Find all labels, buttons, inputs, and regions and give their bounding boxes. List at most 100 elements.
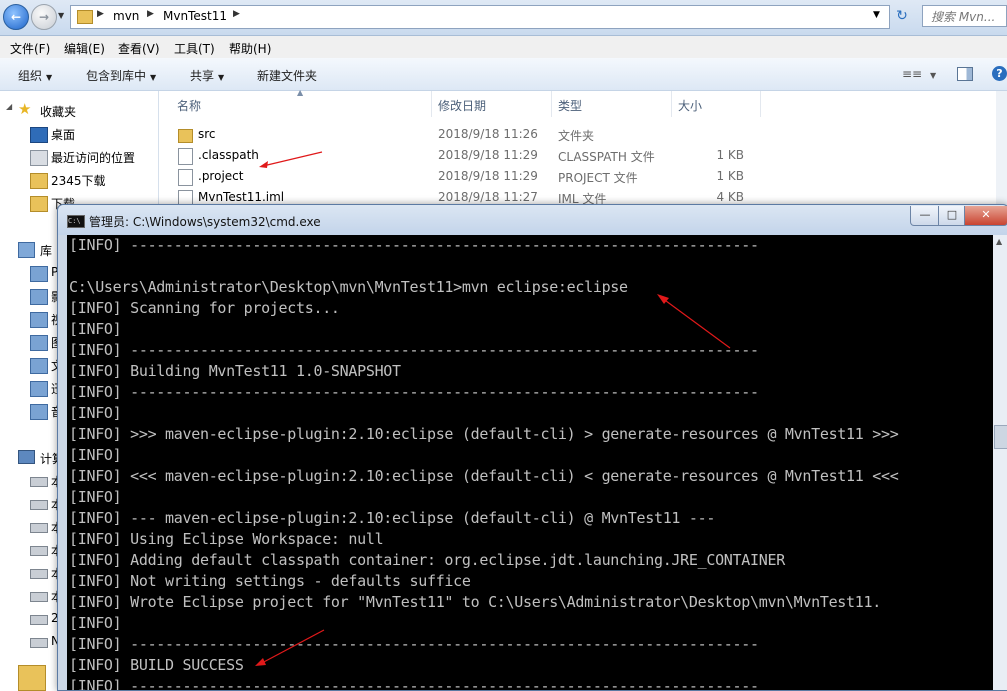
breadcrumb-item[interactable]: mvn [113, 9, 139, 23]
minimize-button[interactable]: — [910, 206, 940, 226]
chevron-down-icon: ▼ [46, 73, 53, 82]
file-date: 2018/9/18 11:29 [438, 169, 538, 183]
annotation-arrow-head [255, 658, 266, 666]
console-line: [INFO] [69, 614, 122, 632]
recent-places-icon [30, 150, 48, 166]
folder-icon [30, 173, 48, 189]
preview-pane-icon[interactable] [957, 67, 973, 81]
include-library-label: 包含到库中 [86, 69, 147, 83]
file-icon [178, 148, 193, 165]
view-options-icon[interactable]: ≡≡ ▼ [902, 67, 936, 81]
menu-help[interactable]: 帮助(H) [229, 40, 271, 57]
organize-button[interactable]: 组织 ▼ [18, 67, 52, 84]
column-divider[interactable] [551, 91, 552, 117]
console-line: [INFO] BUILD SUCCESS [69, 656, 244, 674]
console-line: [INFO] [69, 446, 122, 464]
breadcrumb-separator-icon[interactable]: ▶ [233, 9, 240, 19]
library-icon [30, 404, 48, 420]
file-type: 文件夹 [558, 129, 595, 143]
window-title: 管理员: C:\Windows\system32\cmd.exe [89, 215, 321, 229]
folder-icon [77, 10, 93, 24]
annotation-arrow-head [259, 161, 268, 168]
column-header-date[interactable]: 修改日期 [438, 97, 486, 114]
share-button[interactable]: 共享 ▼ [190, 67, 224, 84]
include-library-button[interactable]: 包含到库中 ▼ [86, 67, 156, 84]
computer-icon [18, 450, 35, 464]
menu-view[interactable]: 查看(V) [118, 40, 160, 57]
library-icon [30, 289, 48, 305]
help-icon[interactable]: ? [992, 66, 1007, 81]
annotation-arrow [259, 151, 323, 168]
console-annotations [255, 294, 731, 666]
refresh-icon[interactable]: ↻ [893, 7, 911, 25]
file-icon [178, 169, 193, 186]
command-toolbar: 组织 ▼ 包含到库中 ▼ 共享 ▼ 新建文件夹 ≡≡ ▼ ? [0, 58, 1007, 91]
new-folder-button[interactable]: 新建文件夹 [257, 67, 317, 84]
nav-item-recent[interactable]: 最近访问的位置 [0, 146, 158, 168]
file-date: 2018/9/18 11:26 [438, 127, 538, 141]
nav-label: 最近访问的位置 [51, 151, 136, 165]
back-button[interactable]: ← [3, 4, 29, 30]
drive-icon [30, 546, 48, 556]
address-dropdown-icon[interactable]: ▼ [873, 10, 880, 20]
menu-edit[interactable]: 编辑(E) [64, 40, 105, 57]
file-size: 1 KB [716, 169, 744, 183]
forward-button[interactable]: → [31, 4, 57, 30]
nav-label: 收藏夹 [40, 105, 77, 119]
file-name: MvnTest11.iml [198, 190, 285, 204]
console-icon: C:\ [67, 215, 85, 228]
drive-icon [30, 523, 48, 533]
breadcrumb-separator-icon[interactable]: ▶ [147, 9, 154, 19]
star-icon: ★ [18, 100, 32, 118]
folder-icon [18, 665, 46, 691]
drive-icon [30, 477, 48, 487]
collapse-icon[interactable]: ◢ [6, 102, 12, 111]
drive-icon [30, 638, 48, 648]
drive-icon [30, 615, 48, 625]
breadcrumb-item[interactable]: MvnTest11 [163, 9, 227, 23]
breadcrumb-separator-icon: ▶ [97, 9, 104, 19]
file-date: 2018/9/18 11:29 [438, 148, 538, 162]
scroll-up-icon[interactable]: ▲ [996, 237, 1002, 246]
recent-pages-dropdown-icon[interactable]: ▼ [58, 11, 64, 20]
file-date: 2018/9/18 11:27 [438, 190, 538, 204]
console-line: [INFO] ---------------------------------… [69, 236, 759, 254]
file-row[interactable]: src 2018/9/18 11:26 文件夹 [160, 124, 1000, 145]
annotation-arrow-line [661, 297, 731, 349]
column-divider[interactable] [760, 91, 761, 117]
maximize-button[interactable]: □ [938, 206, 966, 226]
organize-label: 组织 [18, 69, 43, 83]
search-input[interactable]: 搜索 Mvn... [922, 5, 1007, 27]
library-icon [30, 266, 48, 282]
column-divider[interactable] [431, 91, 432, 117]
console-scrollbar[interactable]: ▲ [993, 235, 1007, 690]
file-type: CLASSPATH 文件 [558, 150, 655, 164]
annotation-arrow-line [259, 629, 325, 665]
cmd-title-bar[interactable]: C:\ 管理员: C:\Windows\system32\cmd.exe — □… [58, 205, 1007, 235]
file-size: 4 KB [716, 190, 744, 204]
column-header-name[interactable]: 名称 [177, 97, 201, 114]
nav-label: 2345下载 [51, 174, 106, 188]
console-line: [INFO] [69, 488, 122, 506]
nav-item-2345[interactable]: 2345下载 [0, 169, 158, 191]
close-button[interactable]: ✕ [964, 206, 1007, 226]
sort-ascending-icon: ▲ [297, 88, 304, 97]
file-name: .project [198, 169, 244, 183]
menu-tools[interactable]: 工具(T) [174, 40, 215, 57]
file-size: 1 KB [716, 148, 744, 162]
column-header-size[interactable]: 大小 [678, 97, 702, 114]
column-divider[interactable] [671, 91, 672, 117]
folder-icon [178, 129, 193, 143]
file-type: PROJECT 文件 [558, 171, 638, 185]
console-line: [INFO] [69, 320, 122, 338]
menu-file[interactable]: 文件(F) [10, 40, 50, 57]
desktop-icon [30, 127, 48, 143]
share-label: 共享 [190, 69, 215, 83]
scroll-thumb[interactable] [994, 425, 1007, 449]
address-bar[interactable]: ▶ mvn ▶ MvnTest11 ▶ ▼ [70, 5, 890, 29]
nav-favorites[interactable]: ◢ ★ 收藏夹 [0, 100, 158, 122]
column-header-type[interactable]: 类型 [558, 97, 582, 114]
nav-item-desktop[interactable]: 桌面 [0, 123, 158, 145]
library-icon [30, 358, 48, 374]
library-icon [30, 335, 48, 351]
